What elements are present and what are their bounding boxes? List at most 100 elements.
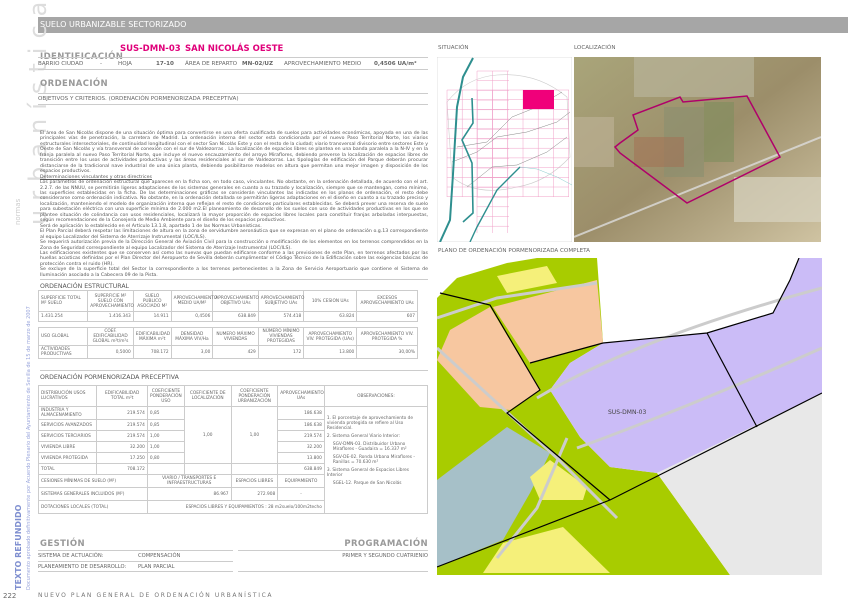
pormenorizada-table: DISTRIBUCIÓN USOS LUCRATIVOS EDIFICABILID… xyxy=(37,385,429,514)
table-cell xyxy=(146,463,185,475)
table-cell: NÚMERO MÍNIMO VIVIENDAS PROTEGIDAS xyxy=(257,327,305,346)
table-cell: 3,00 xyxy=(170,345,214,359)
table-cell: 638.849 xyxy=(212,311,259,322)
table-cell: 272.908 xyxy=(230,487,279,501)
observacion: 2. Sistema General Viario Interior: xyxy=(326,434,400,439)
localizacion-aerial-map xyxy=(574,57,821,242)
page-number: 222 xyxy=(3,592,17,600)
doc-title: TEXTO REFUNDIDO xyxy=(14,504,23,590)
table-cell: 1,00 xyxy=(183,406,232,464)
table-cell: DENSIDAD MÁXIMA VIV/Ha xyxy=(170,327,214,346)
paragraph: Las edificaciones existentes que se cons… xyxy=(40,250,428,267)
table-cell: COEFICIENTE PONDERACIÓN USO xyxy=(146,385,185,407)
sector-name: SAN NICOLÁS OESTE xyxy=(185,44,284,54)
table-cell: 0,80 xyxy=(146,452,185,464)
table-cell: ACTIVIDADES PRODUCTIVAS xyxy=(37,345,89,359)
table-cell: COEFICIENTE PONDERACIÓN URBANIZACIÓN xyxy=(230,385,279,407)
table-cell: APROVECHAMIENTO VIV. PROTEGIDA (UAs) xyxy=(303,327,358,346)
estructural-table-1: SUPERFICIE TOTAL M² SUELO SUPERFICIE M² S… xyxy=(37,290,418,322)
barrio-label: BARRIO CIUDAD xyxy=(38,61,84,67)
plano-ordenacion-map: SUS-DMN-03 xyxy=(437,258,822,575)
table-cell: SERVICIOS AVANZADOS xyxy=(37,419,98,431)
programacion-heading: PROGRAMACIÓN xyxy=(344,539,428,549)
table-cell: 13.800 xyxy=(303,345,358,359)
table-cell: SUELO PUBLICO ASOCIADO M² xyxy=(132,290,172,312)
objetivos-text: El área de San Nicolás dispone de una si… xyxy=(40,131,428,278)
table-cell: 0,85 xyxy=(146,419,185,431)
plan-label: PLANEAMIENTO DE DESARROLLO: xyxy=(38,564,127,570)
table-cell: APROVECHAMIENTO MEDIO UA/M² xyxy=(170,290,217,312)
programacion-value: PRIMER Y SEGUNDO CUATRIENIO xyxy=(238,550,428,572)
table-cell: 30,00% xyxy=(356,345,418,359)
table-cell: SUPERFICIE M² SUELO CON APROVECHAMIENTO xyxy=(87,290,134,312)
table-cell xyxy=(230,463,279,475)
footer-text: NUEVO PLAN GENERAL DE ORDENACIÓN URBANÍS… xyxy=(38,592,274,599)
table-cell: 638.849 xyxy=(277,463,325,475)
table-cell: 17.250 xyxy=(96,452,148,464)
table-cell: 429 xyxy=(212,345,259,359)
table-cell: 172 xyxy=(257,345,305,359)
table-cell: 186.638 xyxy=(277,406,325,420)
table-cell: ESPACIOS LIBRES Y EQUIPAMIENTOS : 28 m2s… xyxy=(146,500,325,514)
localizacion-label: LOCALIZACIÓN xyxy=(574,45,616,51)
objetivos-heading: OBJETIVOS Y CRITERIOS. (ORDENACIÓN PORME… xyxy=(38,93,428,105)
paragraph: Se excluye de la superficie total del Se… xyxy=(40,267,428,278)
observacion: SGV-DMN-03. Distribuidor Urbano Miraflor… xyxy=(332,442,407,452)
table-cell: EDIFICABILIDAD TOTAL m²t xyxy=(96,385,148,407)
table-cell: 1.431.254 xyxy=(37,311,89,322)
table-cell: 86.967 xyxy=(146,487,232,501)
table-cell: VIVIENDA LIBRE xyxy=(37,441,98,453)
table-cell: EQUIPAMIENTO xyxy=(277,474,325,488)
table-cell: OBSERVACIONES: xyxy=(323,385,429,407)
table-cell: 708.172 xyxy=(132,345,172,359)
doc-note: Documento aprobado definitivamente por A… xyxy=(26,306,32,590)
estructural-table-2: USO GLOBAL COEF. EDIFICABILIDAD GLOBAL m²… xyxy=(37,327,418,359)
table-cell: 32.200 xyxy=(277,441,325,453)
observacion: 3. Sistema General de Espacios Libres In… xyxy=(326,468,410,478)
table-cell: 0,85 xyxy=(146,406,185,420)
observacion: SGV-DE-02. Ronda Urbana Miraflores - Ran… xyxy=(332,455,415,465)
table-cell: SUPERFICIE TOTAL M² SUELO xyxy=(37,290,89,312)
situacion-label: SITUACIÓN xyxy=(438,45,469,51)
table-cell: APROVECHAMIENTO UAs xyxy=(277,385,325,407)
sistema-value: COMPENSACIÓN xyxy=(138,553,181,559)
table-cell: EXCESOS APROVECHAMIENTO UAs xyxy=(356,290,418,312)
pormenorizada-heading: ORDENACIÓN PORMENORIZADA PRECEPTIVA xyxy=(40,370,428,381)
plan-value: PLAN PARCIAL xyxy=(138,564,175,570)
table-cell: 219.574 xyxy=(96,430,148,442)
plano-label: PLANO DE ORDENACIÓN PORMENORIZADA COMPLE… xyxy=(438,248,590,254)
hoja-label: HOJA xyxy=(118,61,132,67)
table-cell: INDUSTRIA Y ALMACENAMIENTO xyxy=(37,406,98,420)
sector-code: SUS-DMN-03 xyxy=(120,44,181,54)
ident-row: BARRIO CIUDAD - HOJA 17-10 ÁREA DE REPAR… xyxy=(38,57,428,70)
paragraph: El Plan Parcial deberá respetar las limi… xyxy=(40,229,428,240)
paragraph: Los parámetros de ordenación estructural… xyxy=(40,180,428,224)
table-cell: APROVECHAMIENTO SUBJETIVO UAs xyxy=(257,290,304,312)
table-cell: 63.824 xyxy=(303,311,358,322)
table-cell: 186.638 xyxy=(277,419,325,431)
ordenacion-heading: ORDENACIÓN xyxy=(40,79,109,89)
sistema-label: SISTEMA DE ACTUACIÓN: xyxy=(38,553,104,559)
sector-label: SUS-DMN-03 xyxy=(608,409,646,416)
table-cell: DOTACIONES LOCALES (TOTAL) xyxy=(38,500,148,514)
observaciones: 1. El porcentaje de aprovechamiento de v… xyxy=(323,406,429,514)
aprov-value: 0,4506 UA/m² xyxy=(374,61,417,67)
table-cell: APROVECHAMIENTO VIV. PROTEGIDA % xyxy=(356,327,418,346)
brand-vertical: normas urbanísticas xyxy=(5,0,52,225)
table-cell: COEFICIENTE DE LOCALIZACIÓN xyxy=(183,385,232,407)
section-header: SUELO URBANIZABLE SECTORIZADO xyxy=(38,17,848,33)
table-cell: 1,00 xyxy=(230,406,279,464)
sector-highlight xyxy=(523,90,554,109)
table-cell: CESIONES MÍNIMAS DE SUELO (M²) xyxy=(38,474,148,488)
table-row: INDUSTRIA Y ALMACENAMIENTO 219.574 0,85 1,0… xyxy=(37,406,429,514)
area-label: ÁREA DE REPARTO xyxy=(185,61,238,67)
table-cell: APROVECHAMIENTO OBJETIVO UAs xyxy=(212,290,259,312)
table-cell: 14.911 xyxy=(132,311,172,322)
table-cell: SERVICIOS TERCIARIOS xyxy=(37,430,98,442)
table-cell: 607 xyxy=(356,311,418,322)
table-cell: NUMERO MÁXIMO VIVIENDAS xyxy=(212,327,259,346)
table-cell: 574.418 xyxy=(257,311,305,322)
table-cell: 1.416.343 xyxy=(87,311,134,322)
situacion-map xyxy=(437,57,572,242)
table-cell: ESPACIOS LIBRES xyxy=(230,474,279,488)
